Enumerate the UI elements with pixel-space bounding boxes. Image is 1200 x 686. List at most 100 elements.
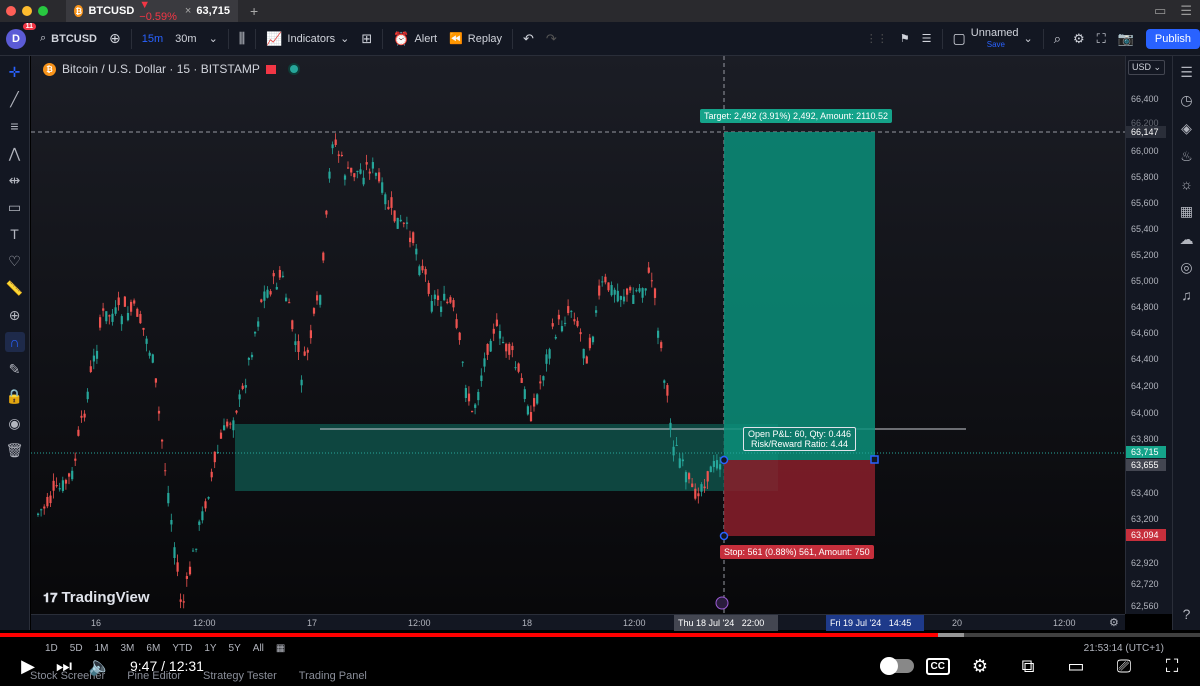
divider <box>255 28 257 49</box>
position-stop-zone[interactable] <box>724 460 875 536</box>
candle-body <box>95 350 99 359</box>
support-zone[interactable] <box>235 424 778 491</box>
hotlist-fire-icon[interactable]: ♨ <box>1177 148 1197 165</box>
alert-button[interactable]: ⏰ Alert <box>387 22 443 55</box>
play-icon[interactable]: ▶ <box>10 651 46 681</box>
settings-gear-icon[interactable]: ⚙ <box>1067 22 1091 55</box>
axis-settings-gear-icon[interactable]: ⚙ <box>1109 616 1119 629</box>
tab-close-icon[interactable]: × <box>185 5 191 17</box>
magnet-icon[interactable]: ∩ <box>4 332 25 352</box>
bitcoin-icon: ₿ <box>43 62 56 76</box>
chat-icon[interactable]: ☁ <box>1177 231 1197 248</box>
candle-body <box>393 210 396 222</box>
trash-icon[interactable]: 🗑 <box>5 440 25 460</box>
flag-icon[interactable] <box>265 64 276 74</box>
top-toolbar: D 11 ⌕ BTCUSD ⊕ 15m 30m ⌄ ⫼ 📈 Indicators… <box>0 22 1200 56</box>
candle-body <box>694 488 697 499</box>
candle-body <box>254 332 257 334</box>
layers-icon[interactable]: ◈ <box>1177 120 1197 137</box>
pattern-icon[interactable]: ⋀ <box>5 143 25 163</box>
lock-icon[interactable]: 🔒 <box>5 386 25 406</box>
publish-button[interactable]: Publish <box>1145 28 1200 49</box>
heart-icon[interactable]: ♡ <box>5 251 25 271</box>
entry-handle[interactable] <box>719 455 729 465</box>
candle-body <box>508 343 511 355</box>
subtitles-button[interactable]: CC <box>925 657 950 675</box>
candle-body <box>120 316 123 325</box>
prediction-icon[interactable]: ⇹ <box>5 170 25 190</box>
streams-icon[interactable]: ◎ <box>1177 259 1197 276</box>
layout-button[interactable]: ▢ Unnamed Save ⌄ <box>947 22 1039 55</box>
candle-body <box>440 306 443 312</box>
crosshair-icon[interactable]: ✛ <box>5 62 25 82</box>
browser-tab[interactable]: ₿ BTCUSD ▼ −0.59% 63,715 × <box>66 0 238 23</box>
templates-button[interactable]: ⊞ <box>355 22 378 55</box>
drag-handle-icon[interactable]: ⋮⋮ <box>860 22 894 55</box>
quick-search-icon[interactable]: ⌕ <box>1048 22 1067 55</box>
candle-body <box>430 301 433 312</box>
help-icon[interactable]: ? <box>1177 606 1197 622</box>
flag-tools-icon[interactable]: ⚑ <box>894 22 916 55</box>
currency-selector[interactable]: USD ⌄ <box>1128 60 1166 75</box>
pnl-label-line-1: Open P&L: 60, Qty: 0.446 <box>748 429 852 439</box>
text-icon[interactable]: T <box>5 224 25 244</box>
fullscreen-icon[interactable]: ⛶ <box>1154 651 1190 681</box>
cast-icon[interactable]: ⎚ <box>1106 651 1142 681</box>
symbol-legend[interactable]: ₿ Bitcoin / U.S. Dollar · 15 · BITSTAMP <box>43 62 298 76</box>
chart-type-button[interactable]: ⫼ <box>233 22 251 55</box>
miniplayer-icon[interactable]: ⧉ <box>1010 651 1046 681</box>
camera-icon[interactable]: 📷 <box>1112 22 1140 55</box>
width-handle[interactable] <box>870 455 879 464</box>
cast-icon[interactable]: ▭ <box>1154 3 1166 19</box>
symbol-search[interactable]: ⌕ BTCUSD <box>34 22 103 55</box>
object-tree-icon[interactable]: ☰ <box>916 22 938 55</box>
ruler-icon[interactable]: 📏 <box>5 278 25 298</box>
ideas-bulb-icon[interactable]: ☼ <box>1177 176 1197 192</box>
zoom-in-icon[interactable]: ⊕ <box>5 305 25 325</box>
volume-icon[interactable]: 🔈 <box>82 651 118 681</box>
candle-body <box>402 222 405 224</box>
trend-line-icon[interactable]: ╱ <box>5 89 25 109</box>
autoplay-toggle[interactable] <box>879 657 914 675</box>
fib-icon[interactable]: ≡ <box>5 116 25 136</box>
lock-draw-icon[interactable]: ✎ <box>5 359 25 379</box>
stop-handle[interactable] <box>719 531 729 541</box>
time-axis[interactable]: 16 12:00 17 12:00 18 12:00 20 12:00 Thu … <box>31 614 1125 631</box>
menu-icon[interactable]: ☰ <box>1180 3 1192 19</box>
target-label: Target: 2,492 (3.91%) 2,492, Amount: 211… <box>700 109 892 123</box>
watchlist-icon[interactable]: ☰ <box>1177 64 1197 81</box>
settings-gear-icon[interactable]: ⚙ <box>962 651 998 681</box>
interval-30m[interactable]: 30m <box>169 22 202 55</box>
fullscreen-icon[interactable]: ⛶ <box>1091 22 1112 55</box>
indicators-button[interactable]: 📈 Indicators ⌄ <box>260 22 355 55</box>
event-marker-icon[interactable] <box>715 596 729 610</box>
compare-button[interactable]: ⊕ <box>103 22 127 55</box>
price-axis[interactable]: USD ⌄ 66,400 66,200 66,000 65,800 65,600… <box>1125 56 1172 614</box>
notifications-bell-icon[interactable]: ♫ <box>1177 287 1197 303</box>
avatar[interactable]: D 11 <box>6 22 36 49</box>
theater-mode-icon[interactable]: ▭ <box>1058 651 1094 681</box>
candle-body <box>622 296 626 302</box>
minimize-window-dot[interactable] <box>22 6 32 16</box>
position-target-zone[interactable] <box>724 132 875 460</box>
redo-button[interactable]: ↷ <box>540 22 563 55</box>
alerts-clock-icon[interactable]: ◷ <box>1177 92 1197 109</box>
chart-pane[interactable]: ₿ Bitcoin / U.S. Dollar · 15 · BITSTAMP … <box>31 56 1125 614</box>
candle-body <box>601 281 604 283</box>
shapes-icon[interactable]: ▭ <box>5 197 25 217</box>
undo-button[interactable]: ↶ <box>517 22 540 55</box>
eye-icon[interactable]: ◉ <box>5 413 25 433</box>
candle-body <box>185 576 188 579</box>
new-tab-button[interactable]: + <box>250 3 258 19</box>
next-video-icon[interactable]: ⏭ <box>46 651 82 681</box>
replay-button[interactable]: ⏪ Replay <box>443 22 508 55</box>
interval-dropdown[interactable]: ⌄ <box>203 22 224 55</box>
interval-15m[interactable]: 15m <box>136 22 169 55</box>
candle-body <box>632 295 635 304</box>
candle-body <box>529 412 533 422</box>
close-window-dot[interactable] <box>6 6 16 16</box>
video-progress-bar[interactable] <box>0 633 1200 637</box>
candle-body <box>207 497 210 499</box>
calendar-icon[interactable]: ▦ <box>1177 203 1197 220</box>
zoom-window-dot[interactable] <box>38 6 48 16</box>
